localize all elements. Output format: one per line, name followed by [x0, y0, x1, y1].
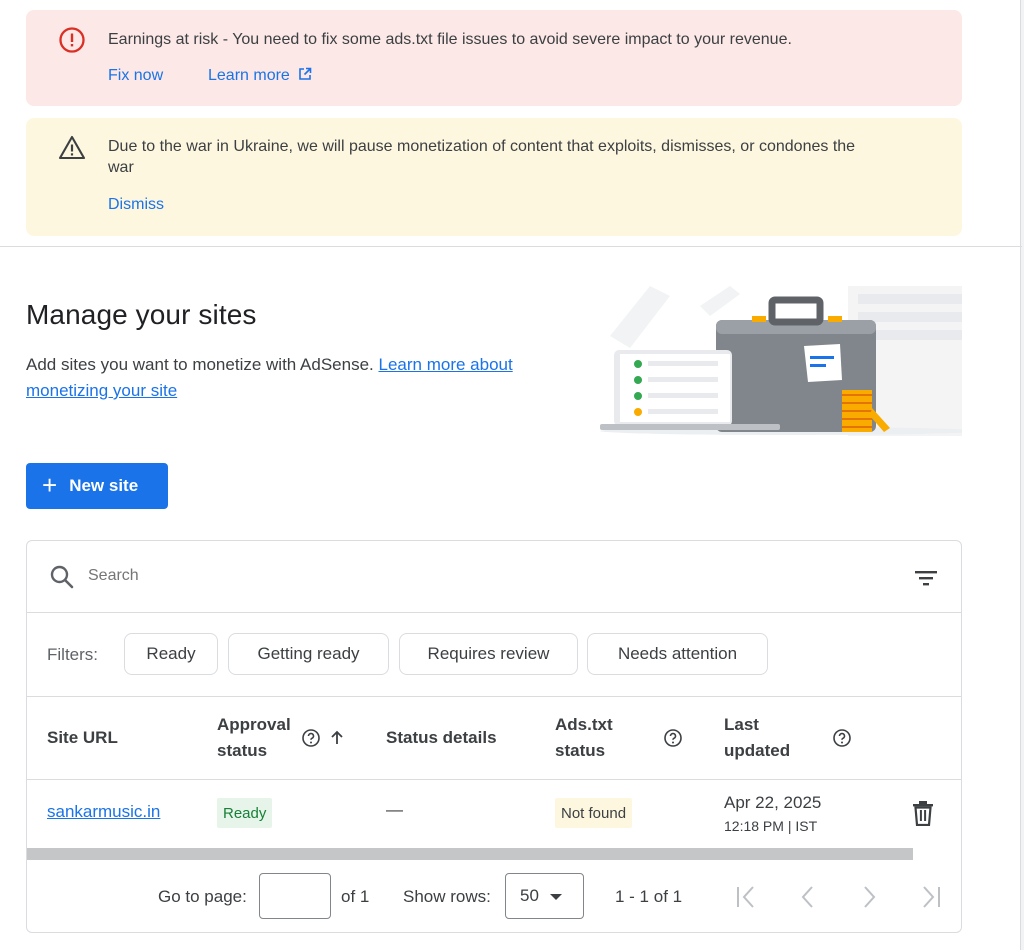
plus-icon: +	[42, 469, 58, 500]
column-approval-status[interactable]: Approval status	[217, 712, 291, 764]
new-site-button[interactable]: + New site	[26, 463, 168, 509]
go-to-page-label: Go to page:	[158, 887, 247, 906]
approval-help-icon[interactable]	[301, 728, 321, 748]
new-site-label: New site	[69, 476, 139, 495]
description-text: Add sites you want to monetize with AdSe…	[26, 355, 374, 374]
column-ads-txt-status[interactable]: Ads.txt status	[555, 712, 613, 764]
sort-ascending-icon[interactable]	[327, 728, 347, 748]
filter-chip-requires-review[interactable]: Requires review	[399, 633, 578, 675]
filter-chip-needs-attention[interactable]: Needs attention	[587, 633, 768, 675]
page-range: 1 - 1 of 1	[615, 887, 683, 906]
link-line1: Learn more about	[378, 355, 513, 374]
page-total-label: of 1	[341, 887, 370, 906]
warning-message-line2: war	[108, 159, 134, 176]
previous-page-icon[interactable]	[795, 884, 821, 910]
warning-message-line1: Due to the war in Ukraine, we will pause…	[108, 138, 856, 155]
approval-status-badge: Ready	[217, 798, 273, 828]
search-input[interactable]	[88, 567, 788, 585]
rows-per-page-select[interactable]: 50	[505, 873, 584, 919]
delete-icon[interactable]	[911, 800, 935, 826]
table-row: sankarmusic.in Ready — Not found Apr 22,…	[27, 780, 961, 848]
warning-triangle-icon	[58, 135, 86, 160]
column-site-url[interactable]: Site URL	[47, 725, 118, 751]
filters-label: Filters:	[47, 645, 98, 664]
table-header: Site URL Approval status Status details …	[27, 697, 961, 780]
show-rows-label: Show rows:	[403, 887, 491, 906]
next-page-icon[interactable]	[856, 884, 882, 910]
ads-txt-error-banner: Earnings at risk - You need to fix some …	[26, 10, 962, 106]
approval-line2: status	[217, 741, 268, 760]
first-page-icon[interactable]	[733, 884, 759, 910]
last-updated-help-icon[interactable]	[832, 728, 852, 748]
warning-message: Due to the war in Ukraine, we will pause…	[108, 136, 902, 178]
updated-line1: Last	[724, 715, 759, 734]
ads-txt-help-icon[interactable]	[663, 728, 683, 748]
approval-line1: Approval	[217, 715, 291, 734]
link-line2: monetizing your site	[26, 381, 178, 400]
sites-illustration	[600, 286, 962, 436]
error-message: Earnings at risk - You need to fix some …	[108, 31, 792, 48]
page-number-input[interactable]	[259, 873, 331, 919]
page-description: Add sites you want to monetize with AdSe…	[26, 352, 586, 404]
pagination: Go to page: of 1 Show rows: 50 1 - 1 of …	[27, 860, 961, 932]
window-edge	[1020, 0, 1024, 950]
site-url-link[interactable]: sankarmusic.in	[47, 802, 160, 822]
search-icon	[50, 565, 74, 589]
updated-line2: updated	[724, 741, 791, 760]
rows-per-page-value: 50	[520, 886, 539, 905]
section-divider	[0, 246, 1022, 247]
search-bar	[27, 541, 961, 613]
ads-line1: Ads.txt	[555, 715, 613, 734]
ukraine-warning-banner: Due to the war in Ukraine, we will pause…	[26, 118, 962, 236]
error-circle-icon	[59, 27, 85, 53]
dismiss-link[interactable]: Dismiss	[108, 196, 164, 214]
horizontal-scrollbar[interactable]	[27, 848, 913, 860]
filter-chip-getting-ready[interactable]: Getting ready	[228, 633, 389, 675]
last-page-icon[interactable]	[918, 884, 944, 910]
page-title: Manage your sites	[26, 299, 257, 330]
filters-row: Filters: Ready Getting ready Requires re…	[27, 613, 961, 697]
ads-line2: status	[555, 741, 606, 760]
chevron-down-icon	[550, 894, 562, 900]
filter-chip-ready[interactable]: Ready	[124, 633, 218, 675]
external-link-icon	[299, 67, 312, 80]
status-details-value: —	[386, 800, 403, 819]
sites-table-card: Filters: Ready Getting ready Requires re…	[26, 540, 962, 933]
column-last-updated[interactable]: Last updated	[724, 712, 790, 764]
ads-txt-status-badge: Not found	[555, 798, 633, 828]
filter-icon[interactable]	[913, 565, 939, 591]
column-status-details: Status details	[386, 728, 497, 747]
last-updated-date: Apr 22, 2025	[724, 793, 822, 812]
learn-more-label: Learn more	[208, 67, 290, 84]
learn-more-link[interactable]: Learn more	[208, 67, 312, 85]
last-updated-time: 12:18 PM | IST	[724, 818, 818, 834]
fix-now-link[interactable]: Fix now	[108, 67, 163, 85]
